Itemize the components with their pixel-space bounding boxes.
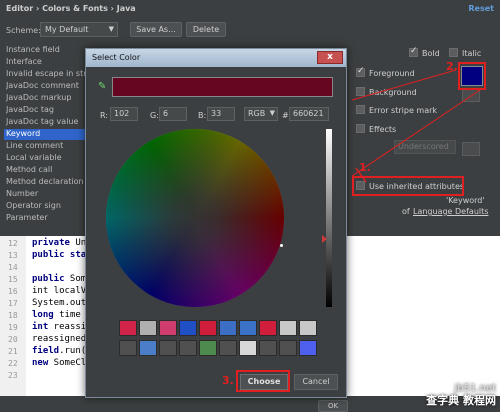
annotation-line-a	[351, 69, 457, 101]
watermark-text: 查字典 教程网	[426, 394, 496, 407]
annotation-line-b	[351, 89, 481, 177]
annotation-arrows	[351, 69, 481, 183]
